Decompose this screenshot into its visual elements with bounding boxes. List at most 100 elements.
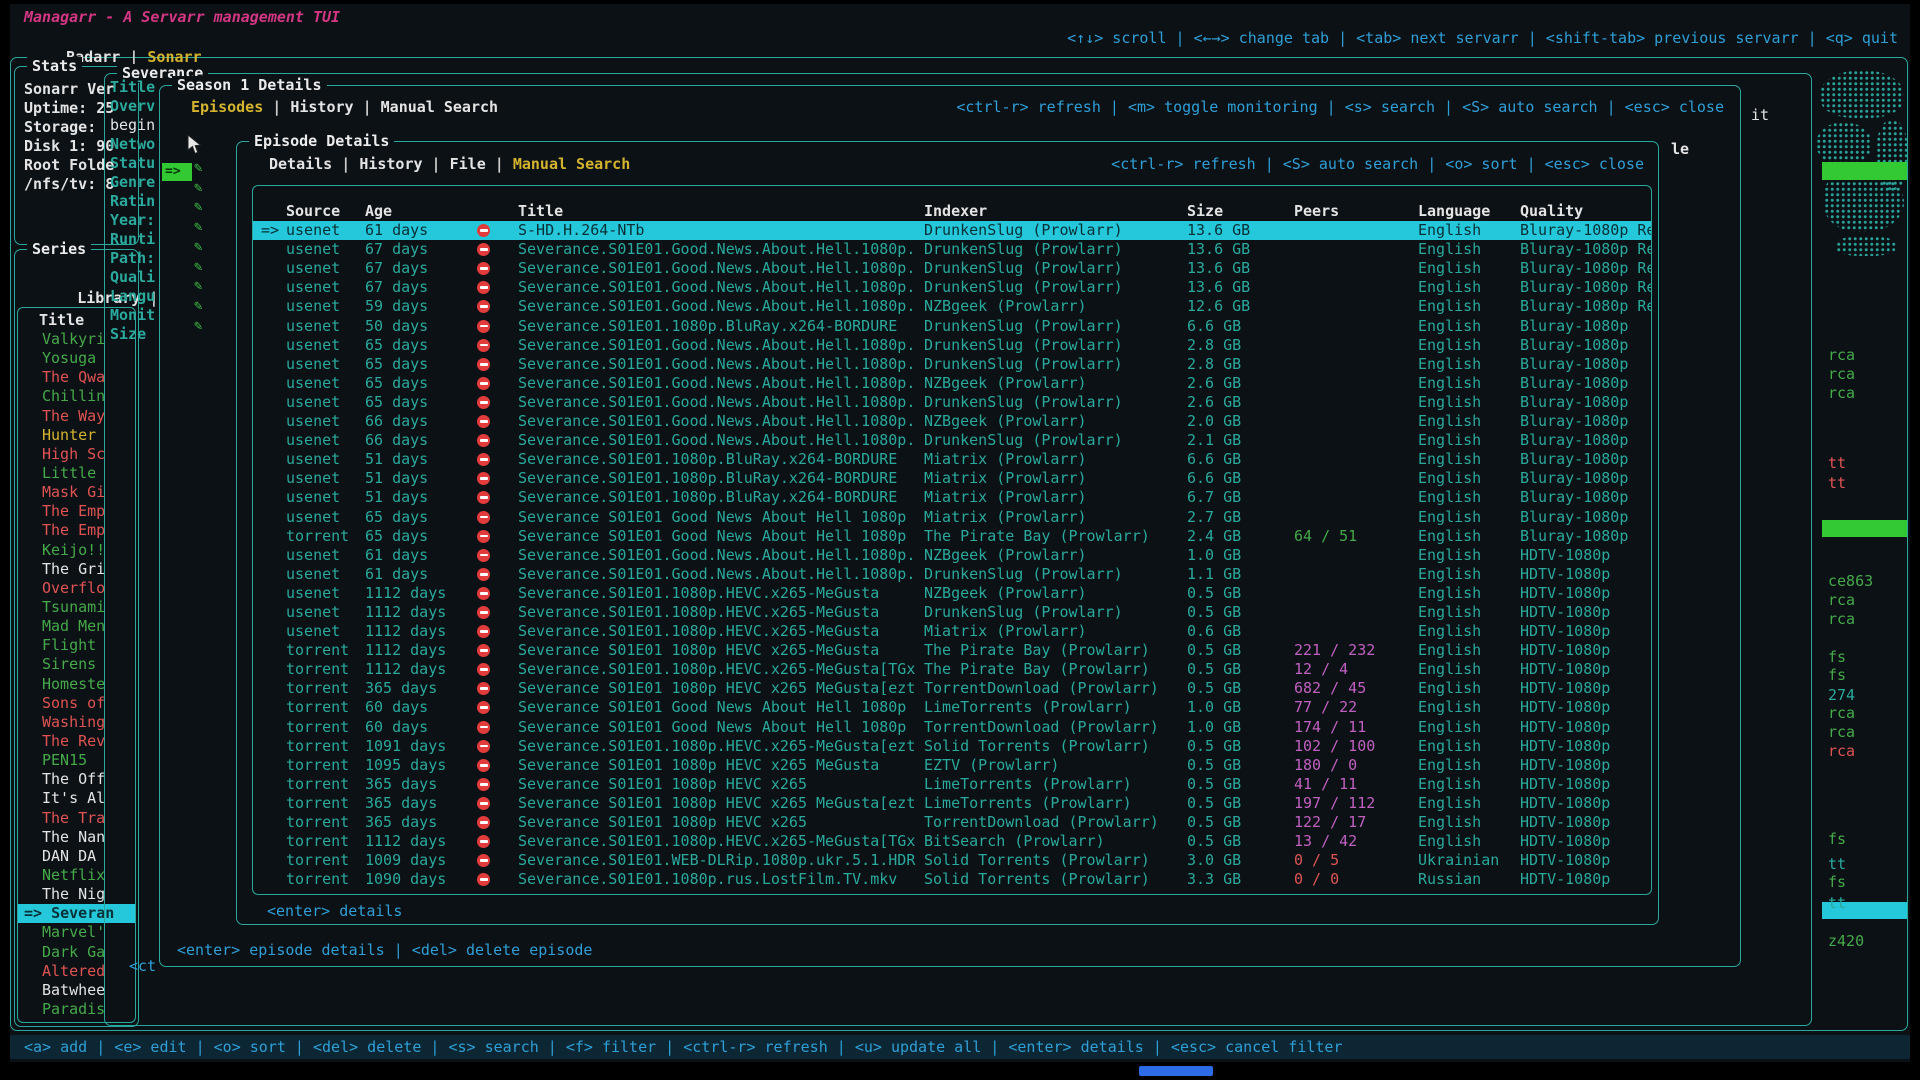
- rejection-cell: [463, 584, 518, 603]
- rejection-cell: [463, 393, 518, 412]
- release-row[interactable]: usenet66 daysSeverance.S01E01.Good.News.…: [253, 412, 1651, 431]
- release-cell: NZBgeek (Prowlarr): [924, 546, 1187, 565]
- release-cell: usenet: [286, 336, 365, 355]
- taskbar-chip[interactable]: [1139, 1066, 1213, 1076]
- release-cell: Severance S01E01 Good News About Hell 10…: [518, 698, 924, 717]
- release-cell: 1.0 GB: [1187, 546, 1294, 565]
- release-cell: DrunkenSlug (Prowlarr): [924, 565, 1187, 584]
- release-cell: English: [1418, 737, 1520, 756]
- release-cell: Severance.S01E01.Good.News.About.Hell.10…: [518, 278, 924, 297]
- release-row[interactable]: usenet1112 daysSeverance.S01E01.1080p.HE…: [253, 584, 1651, 603]
- release-cell: [1294, 565, 1418, 584]
- rejection-cell: [463, 565, 518, 584]
- release-cell: 13.6 GB: [1187, 278, 1294, 297]
- release-row[interactable]: torrent1112 daysSeverance S01E01 1080p H…: [253, 641, 1651, 660]
- release-cell: [1294, 508, 1418, 527]
- release-row[interactable]: usenet67 daysSeverance.S01E01.Good.News.…: [253, 278, 1651, 297]
- release-row[interactable]: torrent60 daysSeverance S01E01 Good News…: [253, 698, 1651, 717]
- release-row[interactable]: torrent65 daysSeverance S01E01 Good News…: [253, 527, 1651, 546]
- release-row[interactable]: torrent60 daysSeverance S01E01 Good News…: [253, 718, 1651, 737]
- release-cell: Solid Torrents (Prowlarr): [924, 737, 1187, 756]
- episode-tab-file[interactable]: File: [450, 155, 486, 173]
- column-header: [463, 202, 518, 221]
- rejected-icon: [477, 644, 490, 657]
- release-row[interactable]: => usenet61 daysS-HD.H.264-NTbDrunkenSlu…: [253, 221, 1651, 240]
- release-row[interactable]: usenet67 daysSeverance.S01E01.Good.News.…: [253, 240, 1651, 259]
- release-row[interactable]: torrent365 daysSeverance S01E01 1080p HE…: [253, 775, 1651, 794]
- rejected-icon: [477, 759, 490, 772]
- season-tab-manual-search[interactable]: Manual Search: [381, 98, 498, 116]
- monitored-icon[interactable]: ✎: [194, 260, 202, 274]
- text-fragment: le: [1671, 140, 1689, 159]
- rejection-cell: [463, 450, 518, 469]
- release-cell: EZTV (Prowlarr): [924, 756, 1187, 775]
- selected-episode-row[interactable]: =>: [162, 163, 192, 181]
- release-cell: Miatrix (Prowlarr): [924, 450, 1187, 469]
- release-cell: English: [1418, 431, 1520, 450]
- release-cell: 50 days: [365, 317, 463, 336]
- release-row[interactable]: torrent365 daysSeverance S01E01 1080p HE…: [253, 794, 1651, 813]
- monitored-icon[interactable]: ✎: [194, 220, 202, 234]
- release-row[interactable]: usenet1112 daysSeverance.S01E01.1080p.HE…: [253, 622, 1651, 641]
- release-cell: Severance.S01E01.1080p.HEVC.x265-MeGusta: [518, 622, 924, 641]
- monitored-icon[interactable]: ✎: [194, 161, 202, 175]
- release-cell: S-HD.H.264-NTb: [518, 221, 924, 240]
- column-header: Indexer: [924, 202, 1187, 221]
- release-row[interactable]: usenet61 daysSeverance.S01E01.Good.News.…: [253, 565, 1651, 584]
- release-cell: Miatrix (Prowlarr): [924, 488, 1187, 507]
- release-row[interactable]: torrent1091 daysSeverance.S01E01.1080p.H…: [253, 737, 1651, 756]
- release-row[interactable]: usenet65 daysSeverance S01E01 Good News …: [253, 508, 1651, 527]
- rejection-cell: [463, 660, 518, 679]
- details-field-label: Genre: [110, 173, 155, 192]
- release-row[interactable]: usenet65 daysSeverance.S01E01.Good.News.…: [253, 393, 1651, 412]
- release-row[interactable]: torrent1112 daysSeverance.S01E01.1080p.H…: [253, 660, 1651, 679]
- release-row[interactable]: torrent1095 daysSeverance S01E01 1080p H…: [253, 756, 1651, 775]
- monitored-icon[interactable]: ✎: [194, 200, 202, 214]
- column-header: Size: [1187, 202, 1294, 221]
- monitored-icon[interactable]: ✎: [194, 319, 202, 333]
- release-cell: Severance S01E01 1080p HEVC x265 MeGusta: [518, 756, 924, 775]
- release-row[interactable]: usenet1112 daysSeverance.S01E01.1080p.HE…: [253, 603, 1651, 622]
- release-cell: usenet: [286, 374, 365, 393]
- episode-tab-details[interactable]: Details: [269, 155, 332, 173]
- release-cell: 1.0 GB: [1187, 698, 1294, 717]
- release-row[interactable]: usenet51 daysSeverance.S01E01.1080p.BluR…: [253, 488, 1651, 507]
- rejected-icon: [477, 587, 490, 600]
- series-column-header: Title: [39, 311, 84, 330]
- release-row[interactable]: torrent1009 daysSeverance.S01E01.WEB-DLR…: [253, 851, 1651, 870]
- release-row[interactable]: torrent1090 daysSeverance.S01E01.1080p.r…: [253, 870, 1651, 889]
- release-cell: 59 days: [365, 297, 463, 316]
- release-row[interactable]: usenet66 daysSeverance.S01E01.Good.News.…: [253, 431, 1651, 450]
- rejection-cell: [463, 317, 518, 336]
- season-tab-episodes[interactable]: Episodes: [191, 98, 263, 116]
- release-row[interactable]: usenet65 daysSeverance.S01E01.Good.News.…: [253, 355, 1651, 374]
- release-row[interactable]: torrent365 daysSeverance S01E01 1080p HE…: [253, 813, 1651, 832]
- logo-art-blob: [1820, 70, 1904, 118]
- release-row[interactable]: torrent365 daysSeverance S01E01 1080p HE…: [253, 679, 1651, 698]
- release-row[interactable]: usenet65 daysSeverance.S01E01.Good.News.…: [253, 336, 1651, 355]
- release-cell: torrent: [286, 698, 365, 717]
- release-cell: Severance.S01E01.1080p.BluRay.x264-BORDU…: [518, 317, 924, 336]
- release-row[interactable]: usenet65 daysSeverance.S01E01.Good.News.…: [253, 374, 1651, 393]
- release-cell: English: [1418, 469, 1520, 488]
- monitored-icon[interactable]: ✎: [194, 240, 202, 254]
- release-row[interactable]: torrent1112 daysSeverance.S01E01.1080p.H…: [253, 832, 1651, 851]
- release-row[interactable]: usenet51 daysSeverance.S01E01.1080p.BluR…: [253, 469, 1651, 488]
- season-tab-history[interactable]: History: [290, 98, 353, 116]
- monitored-icon[interactable]: ✎: [194, 181, 202, 195]
- keybindings-bar: <a> add | <e> edit | <o> sort | <del> de…: [10, 1035, 1910, 1059]
- release-row[interactable]: usenet61 daysSeverance.S01E01.Good.News.…: [253, 546, 1651, 565]
- episode-tab-manual-search[interactable]: Manual Search: [513, 155, 630, 173]
- release-cell: 174 / 11: [1294, 718, 1418, 737]
- release-row[interactable]: usenet50 daysSeverance.S01E01.1080p.BluR…: [253, 317, 1651, 336]
- release-cell: [253, 355, 286, 374]
- episode-tab-history[interactable]: History: [359, 155, 422, 173]
- monitored-icon[interactable]: ✎: [194, 299, 202, 313]
- release-cell: HDTV-1080p: [1520, 641, 1651, 660]
- release-row[interactable]: usenet51 daysSeverance.S01E01.1080p.BluR…: [253, 450, 1651, 469]
- monitored-icon[interactable]: ✎: [194, 279, 202, 293]
- release-row[interactable]: usenet67 daysSeverance.S01E01.Good.News.…: [253, 259, 1651, 278]
- release-cell: English: [1418, 679, 1520, 698]
- release-row[interactable]: usenet59 daysSeverance.S01E01.Good.News.…: [253, 297, 1651, 316]
- release-cell: Severance S01E01 1080p HEVC x265 MeGusta…: [518, 679, 924, 698]
